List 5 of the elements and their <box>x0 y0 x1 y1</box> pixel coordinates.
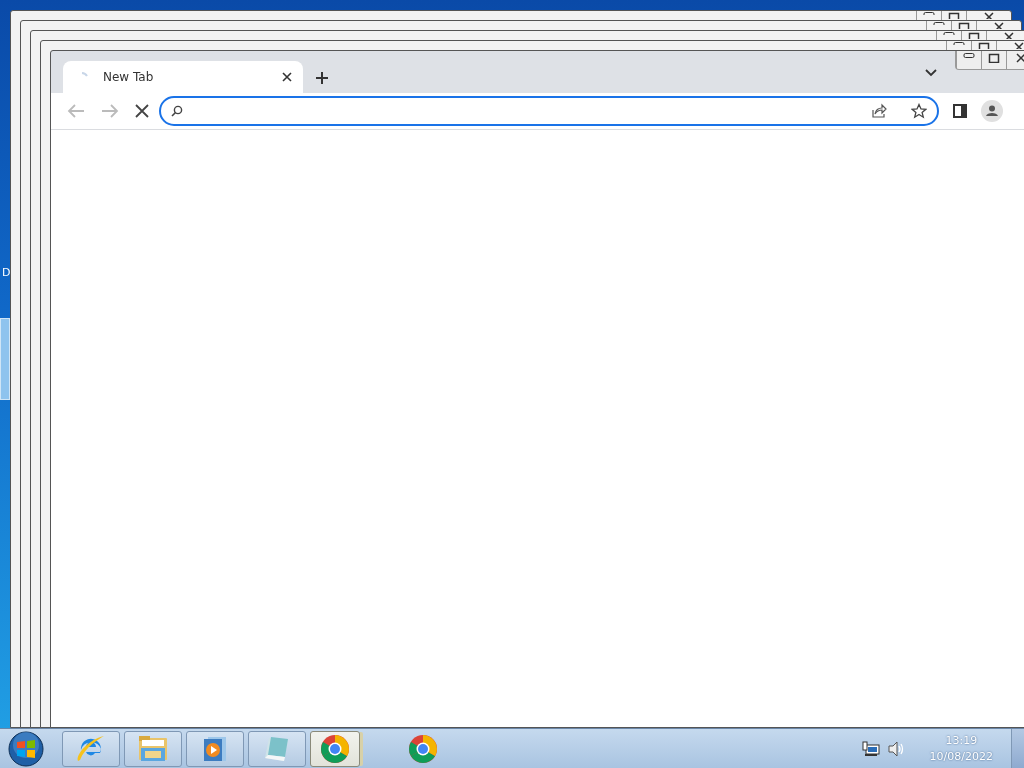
tab-title: New Tab <box>103 70 155 84</box>
clock-time: 13:19 <box>945 732 978 749</box>
desktop-icon-label: D <box>2 266 11 279</box>
browser-tab[interactable]: New Tab <box>63 61 303 93</box>
clock-date: 10/08/2022 <box>929 748 993 765</box>
